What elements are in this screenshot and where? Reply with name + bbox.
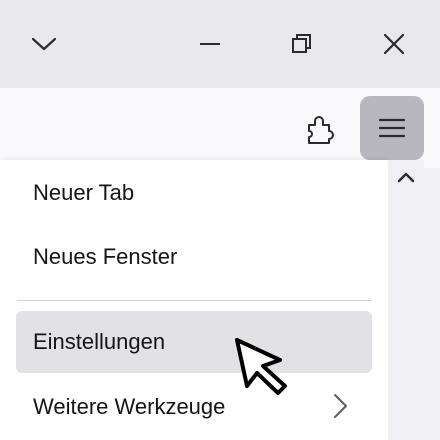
menu-scrollbar[interactable] [388,160,424,440]
menu-item-label: Neues Fenster [33,244,178,269]
submenu-arrow [326,392,354,420]
menu-item-label: Neuer Tab [33,180,135,205]
menu-item-label: Einstellungen [33,329,166,354]
menu-item-label: Weitere Werkzeuge [33,394,226,419]
open-application-menu-button[interactable] [360,96,424,160]
minimize-button[interactable] [188,22,232,66]
puzzle-piece-icon [308,116,334,144]
minimize-icon [200,43,220,45]
restore-button[interactable] [280,22,324,66]
chevron-down-icon [31,37,57,51]
hamburger-menu-icon [379,118,405,138]
menu-item-new-window[interactable]: Neues Fenster [16,226,372,288]
scroll-up-button[interactable] [395,166,417,188]
menu-item-new-tab[interactable]: Neuer Tab [16,162,372,224]
chevron-right-icon [334,394,347,418]
menu-item-settings[interactable]: Einstellungen [16,311,372,373]
menu-item-more-tools[interactable]: Weitere Werkzeuge [16,376,372,438]
close-icon [383,33,405,55]
menu-separator [17,300,372,301]
list-all-tabs-button[interactable] [22,22,66,66]
close-window-button[interactable] [372,22,416,66]
extensions-button[interactable] [298,106,344,152]
chevron-up-icon [397,172,415,183]
restore-icon [292,34,311,53]
mouse-pointer-icon [235,338,287,395]
